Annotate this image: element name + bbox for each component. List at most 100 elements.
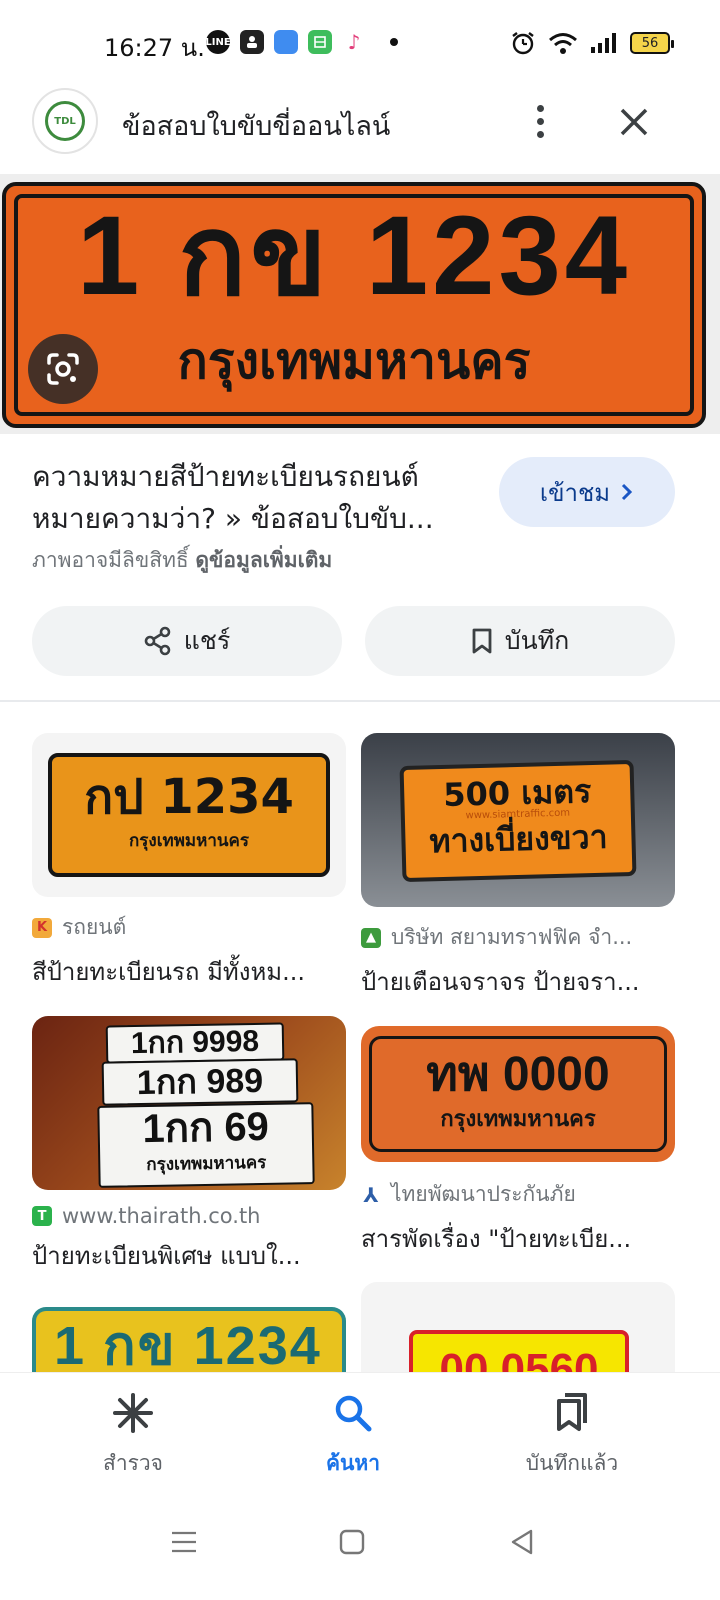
hero-image[interactable]: 1 กข 1234 กรุงเทพมหานคร xyxy=(0,174,720,434)
app-header: TDL ข้อสอบใบขับขี่ออนไลน์ xyxy=(0,86,720,174)
source-name: www.thairath.co.th xyxy=(62,1204,261,1228)
plate-row: 1กก 989 xyxy=(101,1058,299,1106)
site-logo-icon: TDL xyxy=(45,101,85,141)
result-thumbnail[interactable]: 500 เมตร www.siamtraffic.com ทางเบี่ยงขว… xyxy=(361,733,675,907)
site-favicon[interactable]: TDL xyxy=(32,88,98,154)
plate-row-city: กรุงเทพมหานคร xyxy=(146,1152,267,1176)
thumb-plate-number: กป 1234 xyxy=(84,769,294,825)
traffic-sign-image: 500 เมตร www.siamtraffic.com ทางเบี่ยงขว… xyxy=(399,759,637,883)
image-result-card[interactable]: ทพ 0000 กรุงเทพมหานคร ⅄ ไทยพัฒนาประกันภั… xyxy=(361,1026,675,1258)
result-source: K รถยนต์ xyxy=(32,911,346,944)
result-caption: ป้ายเตือนจราจร ป้ายจรา... xyxy=(361,968,640,996)
sign-direction: ทางเบี่ยงขวา xyxy=(428,817,609,861)
plate-row-number: 1กก 69 xyxy=(142,1104,270,1152)
section-divider xyxy=(0,700,720,702)
result-title-line2: หมายความว่า? » ข้อสอบใบขับ... xyxy=(32,502,434,535)
back-triangle-icon xyxy=(511,1529,533,1555)
close-icon[interactable] xyxy=(612,100,656,144)
image-result-card[interactable]: 00 0560 xyxy=(361,1282,675,1372)
source-logo-icon: K xyxy=(32,917,52,938)
plate-row: 1กก 9998 xyxy=(105,1022,285,1064)
nav-explore[interactable]: สำรวจ xyxy=(43,1391,223,1480)
source-name: รถยนต์ xyxy=(62,915,127,939)
plate-number: 1 กข 1234 xyxy=(76,193,632,318)
image-result-card[interactable]: 1กก 9998 1กก 989 1กก 69 กรุงเทพมหานคร T … xyxy=(32,1016,346,1275)
plate-row: 1กก 69 กรุงเทพมหานคร xyxy=(97,1102,315,1188)
nav-saved[interactable]: บันทึกแล้ว xyxy=(482,1391,662,1480)
orange-plate-image: ทพ 0000 กรุงเทพมหานคร xyxy=(369,1036,667,1152)
lens-icon xyxy=(47,353,79,385)
line-app-icon: LINE xyxy=(205,30,231,54)
result-thumbnail[interactable]: 1กก 9998 1กก 989 1กก 69 กรุงเทพมหานคร xyxy=(32,1016,346,1190)
copyright-notice: ภาพอาจมีลิขสิทธิ์ ดูข้อมูลเพิ่มเติม xyxy=(32,544,332,577)
result-caption: สีป้ายทะเบียนรถ มีทั้งหม... xyxy=(32,958,305,986)
nav-search-label: ค้นหา xyxy=(325,1451,381,1475)
bookmark-icon xyxy=(472,628,492,654)
wifi-icon xyxy=(549,33,577,54)
share-label: แชร์ xyxy=(183,626,231,655)
image-result-card[interactable]: กป 1234 กรุงเทพมหานคร K รถยนต์ สีป้ายทะเ… xyxy=(32,733,346,991)
system-icons: 56 xyxy=(510,30,674,56)
home-button[interactable] xyxy=(322,1512,382,1572)
nav-explore-label: สำรวจ xyxy=(103,1451,163,1475)
learn-more-link[interactable]: ดูข้อมูลเพิ่มเติม xyxy=(195,548,332,572)
asterisk-icon xyxy=(43,1391,223,1435)
result-thumbnail[interactable]: 00 0560 xyxy=(361,1282,675,1372)
result-thumbnail[interactable]: 1 กข 1234 xyxy=(32,1307,346,1372)
visit-label: เข้าชม xyxy=(539,478,611,507)
yellow-plate-image: 00 0560 xyxy=(409,1330,629,1372)
source-logo-icon: ⅄ xyxy=(363,1182,379,1207)
copyright-text: ภาพอาจมีลิขสิทธิ์ xyxy=(32,548,189,572)
source-name: บริษัท สยามทราฟฟิค จำ... xyxy=(391,925,633,949)
share-button[interactable]: แชร์ xyxy=(32,606,342,676)
calculator-app-icon xyxy=(308,30,332,54)
nav-search[interactable]: ค้นหา xyxy=(263,1391,443,1480)
thumb-plate-number: 00 0560 xyxy=(439,1345,599,1373)
bottom-navigation: สำรวจ ค้นหา บันทึกแล้ว xyxy=(0,1372,720,1492)
result-title-line1: ความหมายสีป้ายทะเบียนรถยนต์ xyxy=(32,460,419,493)
google-lens-button[interactable] xyxy=(28,334,98,404)
search-icon xyxy=(263,1391,443,1435)
status-bar: 16:27 น. LINE ♪ 56 xyxy=(0,0,720,90)
thumb-plate-province: กรุงเทพมหานคร xyxy=(440,1107,596,1132)
bookmarks-icon xyxy=(482,1391,662,1435)
back-button[interactable] xyxy=(492,1512,552,1572)
result-source: T www.thairath.co.th xyxy=(32,1204,346,1228)
battery-indicator: 56 xyxy=(630,32,674,54)
page-title: ข้อสอบใบขับขี่ออนไลน์ xyxy=(122,111,391,142)
notification-icons: LINE ♪ xyxy=(205,30,398,54)
home-square-icon xyxy=(339,1529,365,1555)
alarm-icon xyxy=(512,32,534,55)
save-button[interactable]: บันทึก xyxy=(365,606,675,676)
signal-icon xyxy=(591,33,616,53)
contact-app-icon xyxy=(240,30,264,54)
visit-button[interactable]: เข้าชม xyxy=(499,457,675,527)
source-logo-icon: T xyxy=(32,1206,52,1226)
thumb-plate-number: ทพ 0000 xyxy=(426,1048,610,1101)
thumb-plate-number: 1 กข 1234 xyxy=(54,1316,322,1372)
plate-province: กรุงเทพมหานคร xyxy=(177,332,531,390)
save-label: บันทึก xyxy=(504,626,570,655)
recent-apps-button[interactable] xyxy=(154,1512,214,1572)
thumb-plate-province: กรุงเทพมหานคร xyxy=(128,831,250,851)
more-notifications-dot xyxy=(390,38,398,46)
result-thumbnail[interactable]: กป 1234 กรุงเทพมหานคร xyxy=(32,733,346,897)
source-name: ไทยพัฒนาประกันภัย xyxy=(391,1182,576,1206)
message-app-icon xyxy=(274,30,298,54)
image-result-card[interactable]: 500 เมตร www.siamtraffic.com ทางเบี่ยงขว… xyxy=(361,733,675,1001)
share-icon xyxy=(144,626,171,656)
result-thumbnail[interactable]: ทพ 0000 กรุงเทพมหานคร xyxy=(361,1026,675,1162)
result-title[interactable]: ความหมายสีป้ายทะเบียนรถยนต์ หมายความว่า?… xyxy=(32,456,472,540)
result-source: ▲ บริษัท สยามทราฟฟิค จำ... xyxy=(361,921,675,954)
more-dot-icon xyxy=(536,130,544,138)
status-time: 16:27 น. xyxy=(104,34,205,62)
more-dot-icon xyxy=(536,104,544,112)
menu-icon xyxy=(172,1531,196,1553)
result-source: ⅄ ไทยพัฒนาประกันภัย xyxy=(361,1178,675,1211)
more-dot-icon xyxy=(536,117,544,125)
more-options-button[interactable] xyxy=(520,96,560,146)
result-caption: สารพัดเรื่อง "ป้ายทะเบีย... xyxy=(361,1225,632,1253)
source-logo-icon: ▲ xyxy=(361,927,381,948)
nav-saved-label: บันทึกแล้ว xyxy=(525,1451,619,1475)
image-result-card[interactable]: 1 กข 1234 xyxy=(32,1307,346,1372)
